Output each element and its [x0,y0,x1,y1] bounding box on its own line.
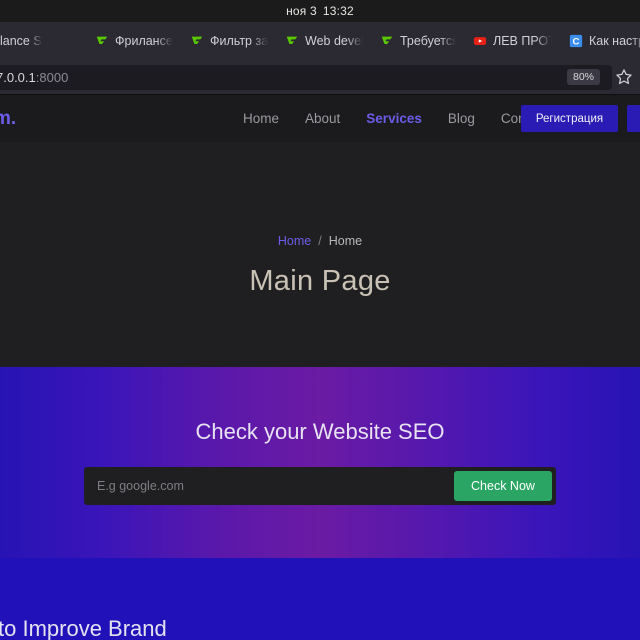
nav-item-home[interactable]: Home [243,111,279,126]
seo-check-form: Check Now [84,467,556,505]
breadcrumb-link-home[interactable]: Home [278,234,311,248]
page-title: Main Page [249,265,391,297]
tab-title: Фильтр зад [210,34,268,48]
freelancer-icon [381,36,393,45]
freelancer-icon [191,36,203,45]
brand-section: to Improve Brand [0,558,640,640]
freelancer-icon [96,36,108,45]
site-nav-links: Home About Services Blog Contact [243,111,547,126]
site-logo[interactable]: m. [0,108,16,130]
os-top-bar: ноя 3 13:32 [0,0,640,22]
site-navbar: m. Home About Services Blog Contact Реги… [0,95,640,142]
tab-title: ЛЕВ ПРОТИ [493,34,552,48]
seo-check-section: Check your Website SEO Check Now [0,367,640,558]
os-date: ноя 3 [286,4,317,18]
secondary-nav-button[interactable] [627,105,640,132]
tab-title: Web develo [305,34,363,48]
nav-item-about[interactable]: About [305,111,340,126]
web-page-viewport: m. Home About Services Blog Contact Реги… [0,95,640,640]
breadcrumb-separator: / [318,234,322,248]
url-text: 7.0.0.1:8000 [0,70,567,85]
url-host: 7.0.0.1 [0,69,36,85]
freelancer-icon [286,36,298,45]
browser-tab[interactable]: C Как настро [560,22,640,60]
address-bar[interactable]: 7.0.0.1:8000 80% [0,64,612,90]
svg-text:C: C [573,37,580,48]
browser-tab[interactable]: Фильтр зад [181,22,276,60]
url-port: :8000 [35,69,69,85]
browser-tab-strip[interactable]: lance S Фрилансер Фильтр зад Web develo … [0,22,640,60]
tab-title: Требуется [400,34,456,48]
check-now-button[interactable]: Check Now [454,471,552,501]
star-icon[interactable] [614,67,634,87]
seo-url-input[interactable] [88,471,454,501]
browser-tab[interactable]: Фрилансер [86,22,181,60]
browser-toolbar: 7.0.0.1:8000 80% [0,60,640,95]
os-clock[interactable]: ноя 3 13:32 [286,4,354,18]
zoom-level-badge[interactable]: 80% [566,69,600,85]
browser-tab[interactable]: Требуется [371,22,464,60]
youtube-icon [473,37,487,45]
browser-tab[interactable]: ЛЕВ ПРОТИ [464,22,560,60]
breadcrumb-current: Home [328,234,363,248]
seo-section-title: Check your Website SEO [195,419,445,444]
page-hero: Home / Home Main Page [0,142,640,367]
brand-section-heading: to Improve Brand [0,616,167,640]
tab-title: lance S [0,34,42,48]
breadcrumb: Home / Home [278,234,362,248]
register-button[interactable]: Регистрация [521,105,618,132]
nav-item-blog[interactable]: Blog [448,111,475,126]
nav-item-services[interactable]: Services [366,111,422,126]
tab-title: Фрилансер [115,34,173,48]
os-time: 13:32 [322,4,354,18]
tab-title: Как настро [589,34,640,48]
c-blue-icon: C [569,34,583,48]
browser-tab[interactable]: Web develo [276,22,371,60]
browser-tab[interactable]: lance S [0,22,86,60]
